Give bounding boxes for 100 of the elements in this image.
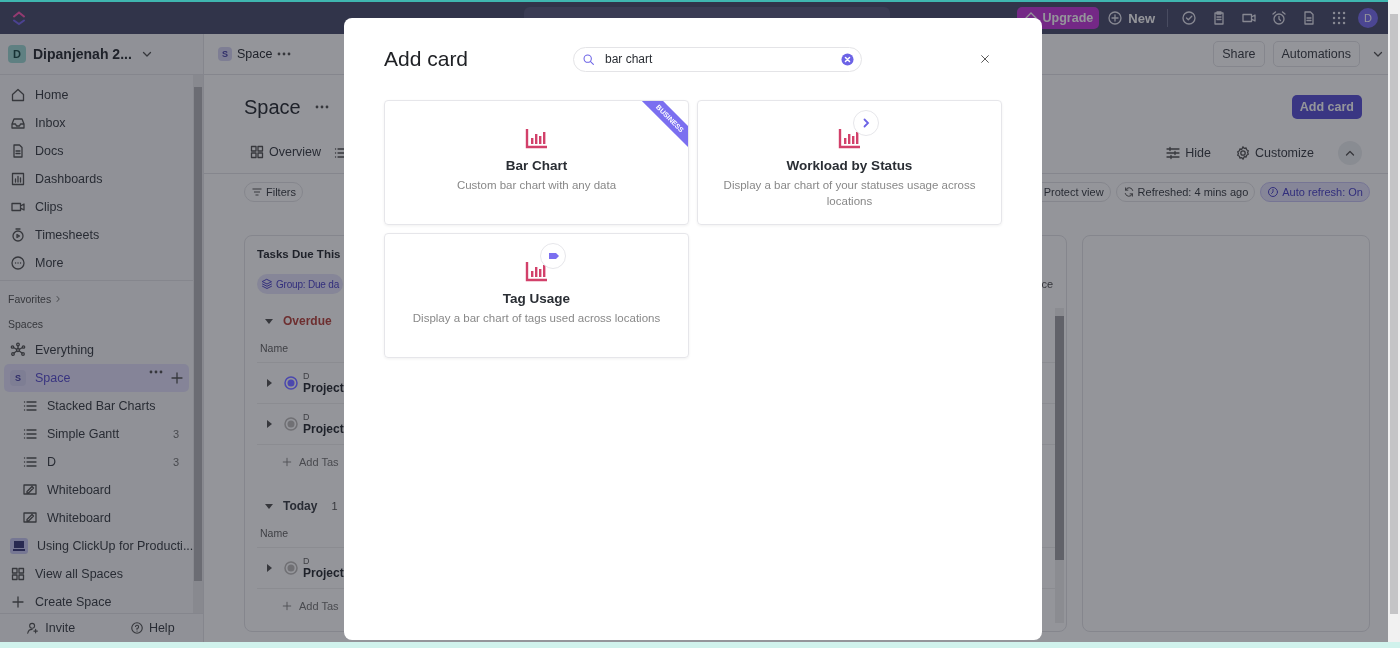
everything-icon xyxy=(10,342,26,358)
sidebar-item[interactable]: D 3 xyxy=(4,448,189,476)
card-option-title: Tag Usage xyxy=(502,291,571,306)
collapse-triangle-icon[interactable] xyxy=(265,502,273,510)
breadcrumb-link[interactable]: Space xyxy=(237,47,273,61)
sidebar-item[interactable]: Dashboards xyxy=(4,165,189,193)
view-action-button[interactable]: Customize xyxy=(1228,144,1320,162)
space-avatar: S xyxy=(218,47,232,61)
more-dots-icon[interactable] xyxy=(277,52,292,56)
docs-icon xyxy=(10,143,26,159)
sidebar-item[interactable]: Simple Gantt 3 xyxy=(4,420,189,448)
timesheets-icon xyxy=(10,227,26,243)
view-tab[interactable]: Overview xyxy=(249,133,322,173)
header-button[interactable]: Share xyxy=(1213,41,1265,67)
task-list-tag: D xyxy=(303,412,344,422)
new-button[interactable]: New xyxy=(1101,10,1161,26)
invite-icon xyxy=(26,621,41,635)
status-chip[interactable]: Auto refresh: On xyxy=(1260,182,1370,202)
view-action-button[interactable]: Hide xyxy=(1159,144,1217,162)
inbox-icon xyxy=(10,115,26,131)
sliders-icon xyxy=(1165,145,1182,161)
collapse-button[interactable] xyxy=(1338,141,1362,165)
user-avatar[interactable]: D xyxy=(1358,8,1378,28)
card-option[interactable]: Tag Usage Display a bar chart of tags used across locations xyxy=(384,233,689,358)
section-label: Today xyxy=(283,499,318,513)
group-chip[interactable]: Group: Due da xyxy=(257,274,343,294)
scrollbar[interactable] xyxy=(1055,308,1064,623)
sidebar-item[interactable]: Inbox xyxy=(4,109,189,137)
sidebar-item[interactable]: Clips xyxy=(4,193,189,221)
card-option-description: Display a bar chart of tags used across locations xyxy=(412,311,661,326)
grid-icon xyxy=(10,566,26,582)
task-name[interactable]: Project xyxy=(303,566,344,580)
clear-icon[interactable] xyxy=(841,52,854,66)
collapse-triangle-icon[interactable] xyxy=(265,317,273,325)
scrollbar-thumb[interactable] xyxy=(194,87,202,581)
sidebar-item[interactable]: S Space xyxy=(4,364,189,392)
card-text-fragment: ce xyxy=(1041,278,1053,290)
clock-icon xyxy=(1267,186,1280,198)
section-count: 1 xyxy=(331,500,338,512)
card-option-description: Display a bar chart of your statuses usage across locations xyxy=(722,178,977,209)
sidebar-item[interactable]: Docs xyxy=(4,137,189,165)
scrollbar-thumb[interactable] xyxy=(1390,14,1398,614)
scrollbar[interactable] xyxy=(1388,0,1400,642)
card-title: Tasks Due This xyxy=(257,248,342,260)
gear-icon xyxy=(1234,145,1251,161)
refresh-icon xyxy=(1122,186,1135,198)
add-task-link[interactable]: Add Tas xyxy=(299,600,339,612)
sidebar-item[interactable]: Everything xyxy=(4,336,189,364)
bar-chart-icon xyxy=(524,127,549,149)
add-card-button[interactable]: Add card xyxy=(1291,95,1362,119)
status-icon[interactable] xyxy=(284,376,298,390)
apps-grid-icon xyxy=(1331,10,1347,26)
list-icon xyxy=(22,426,38,442)
task-name[interactable]: Project xyxy=(303,422,344,436)
filters-button[interactable]: Filters xyxy=(244,182,303,202)
alarm-clock-icon xyxy=(1271,10,1287,26)
more-dots-icon[interactable] xyxy=(314,105,329,109)
sidebar-item[interactable]: More xyxy=(4,249,189,277)
search-field[interactable]: bar chart xyxy=(573,46,862,72)
plus-icon xyxy=(281,456,293,468)
sidebar-item[interactable]: View all Spaces xyxy=(4,560,189,588)
card-option-title: Workload by Status xyxy=(786,158,913,173)
more-dots-icon[interactable] xyxy=(149,370,163,374)
header-button[interactable]: Automations xyxy=(1272,41,1360,67)
document-icon xyxy=(1301,10,1317,26)
expand-triangle-icon[interactable] xyxy=(265,564,273,572)
space-avatar: S xyxy=(10,370,26,386)
whiteboard-icon xyxy=(22,510,38,526)
dialog-title: Add card xyxy=(384,47,470,71)
status-chip[interactable]: Refreshed: 4 mins ago xyxy=(1115,182,1256,202)
page-title: Space xyxy=(244,95,301,119)
filter-icon xyxy=(251,186,263,198)
clipboard-icon xyxy=(1211,10,1227,26)
sidebar-item[interactable]: Whiteboard xyxy=(4,504,189,532)
scrollbar-thumb[interactable] xyxy=(1055,316,1064,560)
more-icon xyxy=(10,255,26,271)
card-option[interactable]: Workload by Status Display a bar chart of your statuses usage across locations xyxy=(697,100,1002,225)
task-name[interactable]: Project xyxy=(303,381,344,395)
expand-triangle-icon[interactable] xyxy=(265,379,273,387)
sidebar-item[interactable]: Home xyxy=(4,81,189,109)
app-logo-icon[interactable] xyxy=(11,10,27,26)
sidebar-item[interactable]: Whiteboard xyxy=(4,476,189,504)
workspace-avatar: D xyxy=(8,45,26,63)
sidebar-item[interactable]: Timesheets xyxy=(4,221,189,249)
sidebar-footer-button[interactable]: Help xyxy=(101,620,203,636)
plus-circle-icon xyxy=(1107,10,1124,26)
sidebar-item[interactable]: Create Space xyxy=(4,588,189,613)
create-icon xyxy=(10,594,26,610)
workspace-name[interactable]: Dipanjenah 2... xyxy=(33,46,132,62)
card-option-title: Bar Chart xyxy=(505,158,568,173)
add-task-link[interactable]: Add Tas xyxy=(299,456,339,468)
favorites-label[interactable]: Favorites xyxy=(8,292,52,305)
expand-triangle-icon[interactable] xyxy=(265,420,273,428)
sidebar-footer-button[interactable]: Invite xyxy=(0,620,102,636)
sidebar-item[interactable]: Stacked Bar Charts xyxy=(4,392,189,420)
scrollbar[interactable] xyxy=(193,75,203,613)
whiteboard-icon xyxy=(22,482,38,498)
home-icon xyxy=(10,87,26,103)
check-circle-icon xyxy=(1181,10,1197,26)
bar-chart-icon xyxy=(524,260,549,282)
